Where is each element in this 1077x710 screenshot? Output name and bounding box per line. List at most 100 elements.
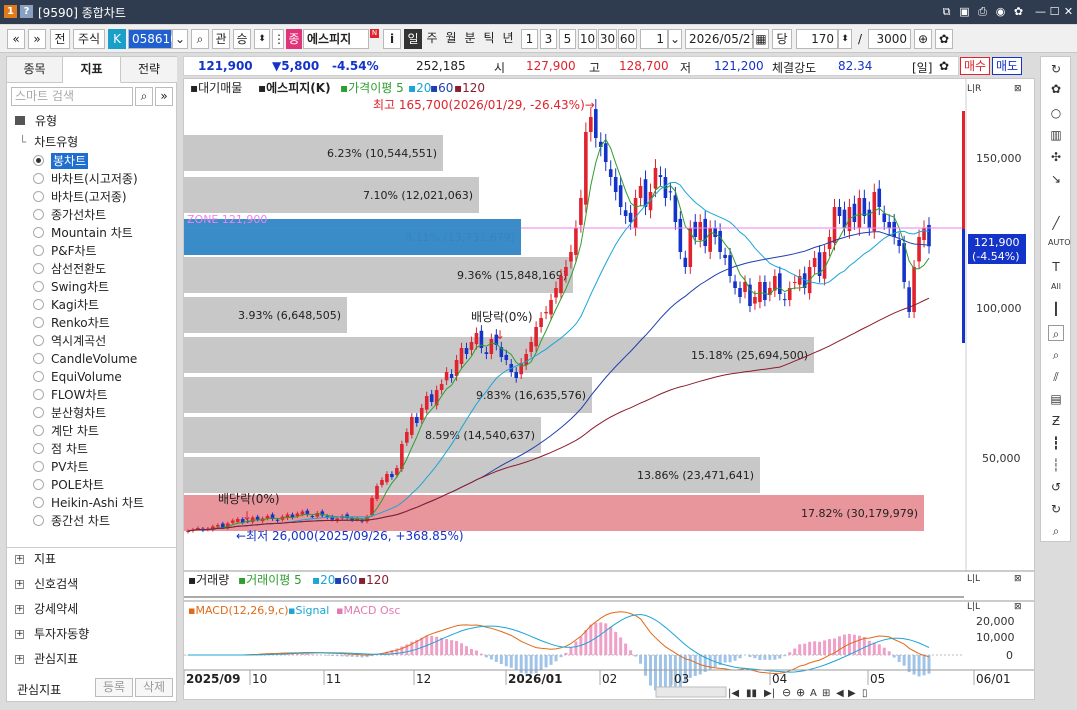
- text-icon[interactable]: T: [1048, 259, 1064, 275]
- vertical-lines-icon[interactable]: ┇: [1048, 435, 1064, 451]
- zigzag-icon[interactable]: Ƶ: [1048, 413, 1064, 429]
- seung-button[interactable]: 승: [233, 29, 251, 49]
- chart-type-item[interactable]: Kagi차트: [51, 297, 99, 313]
- radio-chart-type[interactable]: [33, 425, 44, 436]
- split-icon[interactable]: ▯: [862, 688, 868, 699]
- section-indicator[interactable]: + 지표: [15, 549, 56, 569]
- section-strength[interactable]: + 강세약세: [15, 599, 78, 619]
- bar-count-input[interactable]: 170: [796, 29, 838, 49]
- asset-type-button[interactable]: 주식: [73, 29, 105, 49]
- scroll-prev-icon[interactable]: ◀: [836, 688, 844, 699]
- period-week-button[interactable]: 주: [423, 29, 441, 49]
- macd-pane-close-icon[interactable]: ⊠: [1014, 602, 1022, 612]
- radio-chart-type[interactable]: [33, 227, 44, 238]
- buy-button[interactable]: 매수: [960, 57, 990, 75]
- chart-type-item[interactable]: Mountain 차트: [51, 225, 133, 241]
- settings-icon[interactable]: ✿: [1012, 5, 1025, 18]
- vol-pane-lock-icon[interactable]: L|L: [967, 574, 980, 584]
- radio-chart-type[interactable]: [33, 443, 44, 454]
- info-button[interactable]: i: [383, 29, 401, 49]
- zoom-icon[interactable]: ⊕: [914, 29, 932, 49]
- bar-chart-icon[interactable]: ▥: [1048, 127, 1064, 143]
- radio-chart-type[interactable]: [33, 281, 44, 292]
- radio-chart-type[interactable]: [33, 335, 44, 346]
- radio-chart-type[interactable]: [33, 245, 44, 256]
- auto-scale-icon[interactable]: A: [810, 688, 817, 699]
- maximize-icon[interactable]: ☐: [1048, 5, 1061, 18]
- radio-chart-type[interactable]: [33, 353, 44, 364]
- chart-type-item[interactable]: 삼선전환도: [51, 261, 106, 277]
- chart-type-item[interactable]: 분산형차트: [51, 405, 106, 421]
- period-minute-button[interactable]: 분: [461, 29, 479, 49]
- gear-icon[interactable]: ✿: [1048, 81, 1064, 97]
- auto-line-icon[interactable]: AUTO: [1048, 235, 1071, 251]
- radio-chart-type[interactable]: [33, 209, 44, 220]
- radio-chart-type[interactable]: [33, 299, 44, 310]
- tree-group-chart-type[interactable]: └ 차트유형: [19, 134, 78, 150]
- vol-pane-close-icon[interactable]: ⊠: [1014, 574, 1022, 584]
- unit-3-button[interactable]: 3: [540, 29, 557, 49]
- chart-type-item[interactable]: 바차트(고저종): [51, 189, 127, 205]
- total-count-input[interactable]: 3000: [868, 29, 911, 49]
- radio-chart-type[interactable]: [33, 191, 44, 202]
- period-settings-icon[interactable]: ✿: [939, 59, 949, 73]
- candle-icon[interactable]: ┃: [1048, 301, 1064, 317]
- chart-type-item[interactable]: PV차트: [51, 459, 89, 475]
- crosshair-icon[interactable]: ✣: [1048, 149, 1064, 165]
- chart-type-item[interactable]: 역시계곡선: [51, 333, 106, 349]
- print-icon[interactable]: ⎙: [976, 5, 989, 18]
- nav-next-button[interactable]: »: [28, 29, 46, 49]
- minimize-icon[interactable]: —: [1034, 5, 1047, 18]
- channel-icon[interactable]: ▤: [1048, 391, 1064, 407]
- code-dropdown-icon[interactable]: ⌄: [172, 29, 188, 49]
- period-year-button[interactable]: 년: [499, 29, 517, 49]
- trend-icon[interactable]: ↘: [1048, 171, 1064, 187]
- bar-count-stepper-icon[interactable]: ⬍: [838, 29, 852, 49]
- chart-type-item[interactable]: Swing차트: [51, 279, 109, 295]
- smart-search-input[interactable]: 스마트 검색: [11, 87, 133, 106]
- scroll-controls[interactable]: |◀ ▮▮ ▶| ⊖ ⊕ A ⊞ ◀ ▶ ▯: [655, 686, 868, 699]
- section-investor-trend[interactable]: + 투자자동향: [15, 624, 89, 644]
- tab-strategy[interactable]: 전략: [121, 57, 177, 83]
- pane-lock-icon[interactable]: L|R: [967, 84, 981, 94]
- zoom-search-icon[interactable]: ⌕: [1048, 347, 1064, 363]
- nav-prev-button[interactable]: «: [7, 29, 25, 49]
- save-icon[interactable]: ▣: [958, 5, 971, 18]
- chart-type-item[interactable]: 봉차트: [51, 153, 89, 169]
- scroll-first-icon[interactable]: |◀: [728, 688, 739, 699]
- period-tick-button[interactable]: 틱: [480, 29, 498, 49]
- chart-type-item[interactable]: 바차트(시고저종): [51, 171, 138, 187]
- scroll-last-icon[interactable]: ▶|: [764, 688, 775, 699]
- zoom-in-icon[interactable]: ⊕: [796, 686, 805, 699]
- tree-root-type[interactable]: 유형: [15, 112, 175, 130]
- current-button[interactable]: 당: [772, 29, 792, 49]
- news-badge[interactable]: N: [370, 29, 379, 38]
- screenshot-icon[interactable]: ◉: [994, 5, 1007, 18]
- updown-stepper-icon[interactable]: ⬍: [254, 29, 270, 49]
- search-zoom-icon[interactable]: ⌕: [1048, 523, 1064, 539]
- sell-button[interactable]: 매도: [992, 57, 1022, 75]
- tab-indicator[interactable]: 지표: [63, 57, 121, 83]
- scroll-next-icon[interactable]: ▶: [848, 688, 856, 699]
- chart-type-item[interactable]: Heikin-Ashi 차트: [51, 495, 144, 511]
- scroll-pause-icon[interactable]: ▮▮: [746, 688, 757, 699]
- chart-type-item[interactable]: Renko차트: [51, 315, 110, 331]
- gwan-button[interactable]: 관: [212, 29, 230, 49]
- grid-icon[interactable]: ⊞: [822, 688, 830, 699]
- calendar-icon[interactable]: ▦: [753, 29, 769, 49]
- multi-lines-icon[interactable]: ┆: [1048, 457, 1064, 473]
- refresh-icon[interactable]: ↻: [1048, 61, 1064, 77]
- date-input[interactable]: 2026/05/27: [685, 29, 758, 49]
- delete-button[interactable]: 삭제: [135, 678, 173, 697]
- chart-area[interactable]: 6.23% (10,544,551)7.10% (12,021,063)8.11…: [183, 78, 1035, 700]
- unit-30-button[interactable]: 30: [598, 29, 617, 49]
- prev-button[interactable]: 전: [50, 29, 70, 49]
- unit-5-button[interactable]: 5: [559, 29, 576, 49]
- chart-type-item[interactable]: FLOW차트: [51, 387, 108, 403]
- search-icon[interactable]: ⌕: [135, 87, 153, 106]
- tab-stock[interactable]: 종목: [7, 57, 63, 83]
- section-signal-search[interactable]: + 신호검색: [15, 574, 78, 594]
- redo-icon[interactable]: ↻: [1048, 501, 1064, 517]
- chart-type-item[interactable]: EquiVolume: [51, 369, 122, 385]
- radio-chart-type[interactable]: [33, 371, 44, 382]
